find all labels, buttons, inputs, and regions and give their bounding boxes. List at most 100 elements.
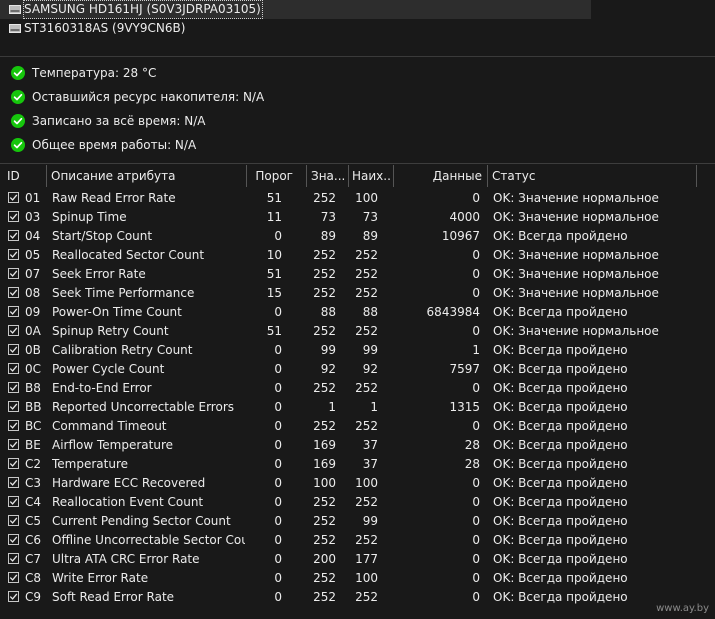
table-row[interactable]: C5 Current Pending Sector Count 0 252 99 0 OK:…: [0, 512, 700, 531]
table-row[interactable]: 03 Spinup Time 11 73 73 4000 OK: Значение норм…: [0, 208, 700, 227]
col-attribute-header[interactable]: Описание атрибута: [51, 164, 241, 188]
drive-item-selected[interactable]: SAMSUNG HD161HJ (S0V3JDRPA03105): [0, 0, 591, 19]
cell-id: 03: [25, 210, 41, 224]
cell-status: OK: Всегда пройдено: [493, 476, 628, 490]
checkmark-icon: [9, 251, 18, 258]
table-row[interactable]: C9 Soft Read Error Rate 0 252 252 0 OK: Всегда…: [0, 588, 700, 607]
table-row[interactable]: 01 Raw Read Error Rate 51 252 100 0 OK: Значен…: [0, 189, 700, 208]
cell-worst: 1: [370, 400, 378, 414]
checkmark-icon: [9, 327, 18, 334]
ok-check-icon: [11, 138, 25, 152]
smart-attributes-table[interactable]: ID Описание атрибута Порог Зна... Наих... Дан…: [0, 163, 715, 619]
row-checkbox[interactable]: [8, 496, 19, 507]
cell-id: 0C: [25, 362, 42, 376]
column-resize-handle[interactable]: [246, 165, 247, 187]
cell-status: OK: Всегда пройдено: [493, 552, 628, 566]
drive-label: ST3160318AS (9VY9CN6B): [24, 21, 186, 35]
row-checkbox[interactable]: [8, 382, 19, 393]
row-checkbox[interactable]: [8, 192, 19, 203]
column-resize-handle[interactable]: [487, 165, 488, 187]
table-row[interactable]: BC Command Timeout 0 252 252 0 OK: Всегда прой…: [0, 417, 700, 436]
cell-attribute: Write Error Rate: [52, 571, 149, 585]
cell-status: OK: Всегда пройдено: [493, 495, 628, 509]
row-checkbox[interactable]: [8, 249, 19, 260]
row-checkbox[interactable]: [8, 306, 19, 317]
row-checkbox[interactable]: [8, 458, 19, 469]
row-checkbox[interactable]: [8, 268, 19, 279]
row-checkbox[interactable]: [8, 287, 19, 298]
cell-status: OK: Значение нормальное: [493, 267, 659, 281]
cell-threshold: 51: [266, 267, 282, 281]
column-resize-handle[interactable]: [46, 165, 47, 187]
row-checkbox[interactable]: [8, 591, 19, 602]
cell-id: C9: [25, 590, 42, 604]
cell-value: 252: [313, 267, 336, 281]
table-row[interactable]: 07 Seek Error Rate 51 252 252 0 OK: Значение н…: [0, 265, 700, 284]
column-resize-handle[interactable]: [306, 165, 307, 187]
cell-status: OK: Всегда пройдено: [493, 438, 628, 452]
col-id-header[interactable]: ID: [7, 164, 45, 188]
table-row[interactable]: BE Airflow Temperature 0 169 37 28 OK: Всегда …: [0, 436, 700, 455]
col-threshold-header[interactable]: Порог: [247, 164, 293, 188]
table-row[interactable]: 05 Reallocated Sector Count 10 252 252 0 OK: З…: [0, 246, 700, 265]
checkmark-icon: [9, 194, 18, 201]
row-checkbox[interactable]: [8, 534, 19, 545]
cell-status: OK: Всегда пройдено: [493, 229, 628, 243]
table-row[interactable]: C8 Write Error Rate 0 252 100 0 OK: Всегда про…: [0, 569, 700, 588]
cell-attribute: Seek Error Rate: [52, 267, 146, 281]
cell-status: OK: Всегда пройдено: [493, 533, 628, 547]
vertical-scrollbar[interactable]: [700, 165, 715, 619]
row-checkbox[interactable]: [8, 230, 19, 241]
checkmark-icon: [9, 422, 18, 429]
col-worst-header[interactable]: Наих...: [352, 164, 392, 188]
table-row[interactable]: 08 Seek Time Performance 15 252 252 0 OK: Знач…: [0, 284, 700, 303]
row-checkbox[interactable]: [8, 363, 19, 374]
row-checkbox[interactable]: [8, 515, 19, 526]
cell-value: 99: [320, 343, 336, 357]
row-checkbox[interactable]: [8, 420, 19, 431]
col-value-header[interactable]: Зна...: [311, 164, 348, 188]
row-checkbox[interactable]: [8, 325, 19, 336]
table-row[interactable]: C2 Temperature 0 169 37 28 OK: Всегда пройдено: [0, 455, 700, 474]
cell-id: B8: [25, 381, 41, 395]
column-resize-handle[interactable]: [348, 165, 349, 187]
column-resize-handle[interactable]: [696, 165, 697, 187]
column-resize-handle[interactable]: [393, 165, 394, 187]
row-checkbox[interactable]: [8, 439, 19, 450]
cell-id: 04: [25, 229, 41, 243]
table-row[interactable]: 09 Power-On Time Count 0 88 88 6843984 OK: Все…: [0, 303, 700, 322]
cell-data: 0: [472, 286, 480, 300]
cell-status: OK: Всегда пройдено: [493, 514, 628, 528]
table-row[interactable]: C3 Hardware ECC Recovered 0 100 100 0 OK: Всег…: [0, 474, 700, 493]
table-row[interactable]: BB Reported Uncorrectable Errors 0 1 1 1315 OK…: [0, 398, 700, 417]
table-row[interactable]: 0A Spinup Retry Count 51 252 252 0 OK: Значени…: [0, 322, 700, 341]
row-checkbox[interactable]: [8, 401, 19, 412]
checkmark-icon: [9, 213, 18, 220]
cell-worst: 252: [355, 248, 378, 262]
cell-worst: 92: [362, 362, 378, 376]
cell-threshold: 0: [274, 229, 282, 243]
row-checkbox[interactable]: [8, 572, 19, 583]
table-row[interactable]: C7 Ultra ATA CRC Error Rate 0 200 177 0 OK: Вс…: [0, 550, 700, 569]
ok-check-icon: [11, 114, 25, 128]
cell-id: BC: [25, 419, 42, 433]
table-row[interactable]: 0C Power Cycle Count 0 92 92 7597 OK: Всегда п…: [0, 360, 700, 379]
table-row[interactable]: C6 Offline Uncorrectable Sector Count 0 252…: [0, 531, 700, 550]
row-checkbox[interactable]: [8, 477, 19, 488]
col-status-header[interactable]: Статус: [492, 164, 692, 188]
cell-data: 0: [472, 514, 480, 528]
table-row[interactable]: B8 End-to-End Error 0 252 252 0 OK: Всегда про…: [0, 379, 700, 398]
row-checkbox[interactable]: [8, 344, 19, 355]
table-row[interactable]: 04 Start/Stop Count 0 89 89 10967 OK: Всегда п…: [0, 227, 700, 246]
cell-value: 92: [320, 362, 336, 376]
cell-threshold: 0: [274, 305, 282, 319]
table-row[interactable]: 0B Calibration Retry Count 0 99 99 1 OK: Всегд…: [0, 341, 700, 360]
row-checkbox[interactable]: [8, 211, 19, 222]
cell-status: OK: Всегда пройдено: [493, 457, 628, 471]
row-checkbox[interactable]: [8, 553, 19, 564]
cell-threshold: 0: [274, 514, 282, 528]
cell-status: OK: Всегда пройдено: [493, 419, 628, 433]
col-data-header[interactable]: Данные: [396, 164, 482, 188]
table-row[interactable]: C4 Reallocation Event Count 0 252 252 0 OK: Вс…: [0, 493, 700, 512]
cell-value: 252: [313, 324, 336, 338]
